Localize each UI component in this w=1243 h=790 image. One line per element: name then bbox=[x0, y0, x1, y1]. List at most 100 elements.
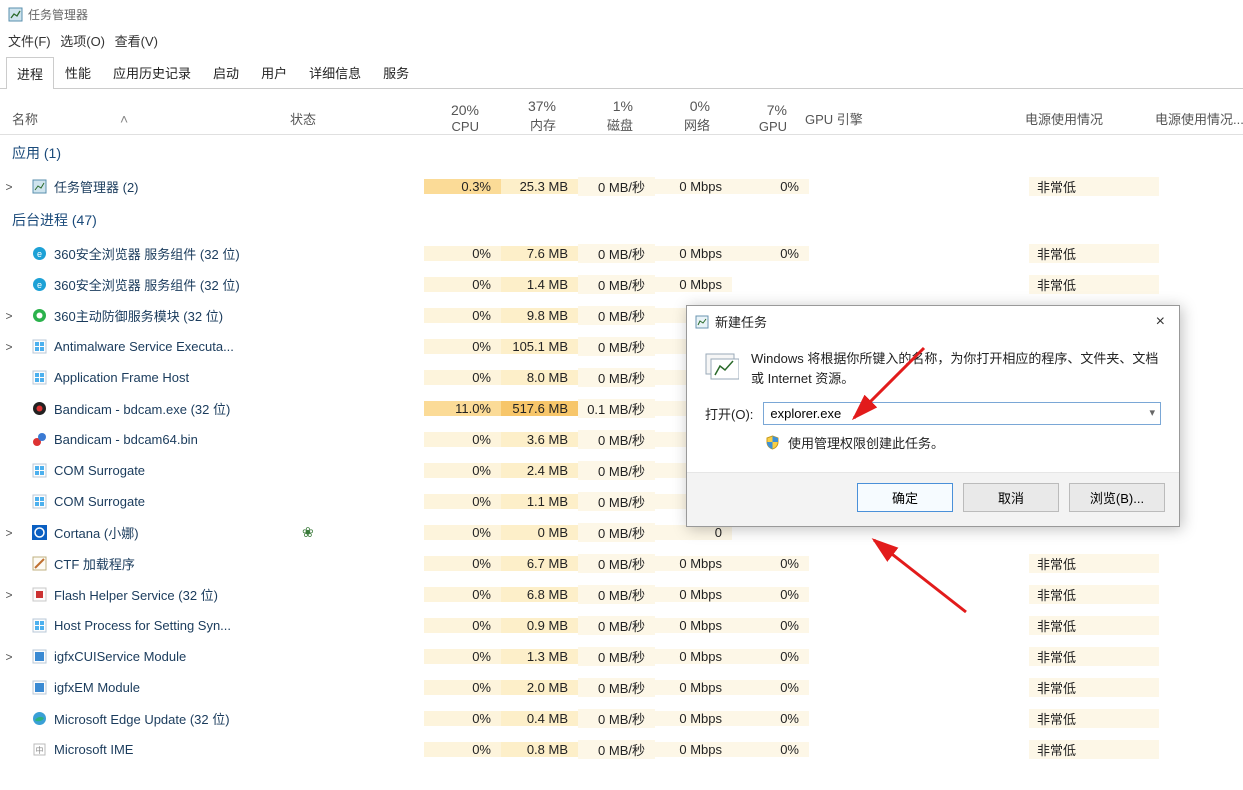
process-icon bbox=[30, 339, 48, 354]
col-network[interactable]: 0% 网络 bbox=[643, 97, 720, 134]
memory-cell: 8.0 MB bbox=[501, 370, 578, 385]
menu-file[interactable]: 文件(F) bbox=[8, 34, 51, 49]
memory-cell: 2.0 MB bbox=[501, 680, 578, 695]
tab-services[interactable]: 服务 bbox=[372, 56, 420, 88]
power-cell: 非常低 bbox=[1029, 709, 1159, 728]
menu-options[interactable]: 选项(O) bbox=[60, 34, 105, 49]
tab-performance[interactable]: 性能 bbox=[54, 56, 102, 88]
power-cell: 非常低 bbox=[1029, 740, 1159, 759]
expand-chevron-icon[interactable]: > bbox=[0, 650, 18, 664]
cpu-cell: 0% bbox=[424, 618, 501, 633]
disk-cell: 0 MB/秒 bbox=[578, 678, 655, 697]
table-row[interactable]: e 360安全浏览器 服务组件 (32 位) 0% 7.6 MB 0 MB/秒 … bbox=[0, 238, 1243, 269]
disk-cell: 0 MB/秒 bbox=[578, 461, 655, 480]
table-row[interactable]: 中 Microsoft IME 0% 0.8 MB 0 MB/秒 0 Mbps … bbox=[0, 734, 1243, 765]
group-background[interactable]: 后台进程 (47) bbox=[0, 202, 1243, 238]
cpu-cell: 0% bbox=[424, 525, 501, 540]
browse-button[interactable]: 浏览(B)... bbox=[1069, 483, 1165, 512]
cpu-cell: 0% bbox=[424, 370, 501, 385]
cancel-button[interactable]: 取消 bbox=[963, 483, 1059, 512]
table-row[interactable]: Host Process for Setting Syn... 0% 0.9 M… bbox=[0, 610, 1243, 641]
cpu-cell: 0% bbox=[424, 556, 501, 571]
expand-chevron-icon[interactable]: > bbox=[0, 526, 18, 540]
menu-view[interactable]: 查看(V) bbox=[115, 34, 158, 49]
power-cell: 非常低 bbox=[1029, 585, 1159, 604]
col-status[interactable]: 状态 bbox=[290, 109, 412, 134]
run-command-input[interactable] bbox=[763, 402, 1161, 425]
process-name: igfxCUIService Module bbox=[54, 649, 302, 664]
expand-chevron-icon[interactable]: > bbox=[0, 588, 18, 602]
process-icon bbox=[30, 432, 48, 447]
process-icon bbox=[30, 649, 48, 664]
process-icon bbox=[30, 556, 48, 571]
group-apps[interactable]: 应用 (1) bbox=[0, 135, 1243, 171]
process-icon bbox=[30, 463, 48, 478]
expand-chevron-icon[interactable]: > bbox=[0, 340, 18, 354]
gpu-cell: 0% bbox=[732, 587, 809, 602]
table-row[interactable]: > 任务管理器 (2) 0.3% 25.3 MB 0 MB/秒 0 Mbps 0… bbox=[0, 171, 1243, 202]
open-label: 打开(O): bbox=[705, 404, 753, 423]
network-cell: 0 Mbps bbox=[655, 246, 732, 261]
power-cell: 非常低 bbox=[1029, 275, 1159, 294]
process-icon: e bbox=[30, 246, 48, 261]
process-name: Microsoft IME bbox=[54, 742, 302, 757]
expand-chevron-icon[interactable]: > bbox=[0, 180, 18, 194]
col-power[interactable]: 电源使用情况 bbox=[1017, 109, 1147, 134]
tab-users[interactable]: 用户 bbox=[250, 56, 298, 88]
process-name: 360安全浏览器 服务组件 (32 位) bbox=[54, 244, 302, 263]
col-name[interactable]: ˄ 名称 bbox=[0, 109, 290, 134]
process-name: Cortana (小娜) bbox=[54, 523, 302, 542]
run-icon bbox=[705, 349, 739, 383]
tab-details[interactable]: 详细信息 bbox=[298, 56, 372, 88]
table-row[interactable]: > Flash Helper Service (32 位) 0% 6.8 MB … bbox=[0, 579, 1243, 610]
ok-button[interactable]: 确定 bbox=[857, 483, 953, 512]
table-row[interactable]: e 360安全浏览器 服务组件 (32 位) 0% 1.4 MB 0 MB/秒 … bbox=[0, 269, 1243, 300]
status-cell: ❀ bbox=[302, 524, 424, 541]
tab-startup[interactable]: 启动 bbox=[202, 56, 250, 88]
close-icon[interactable]: × bbox=[1150, 313, 1171, 331]
memory-cell: 3.6 MB bbox=[501, 432, 578, 447]
col-gpu[interactable]: 7% GPU bbox=[720, 101, 797, 134]
process-name: CTF 加载程序 bbox=[54, 554, 302, 573]
table-row[interactable]: > igfxCUIService Module 0% 1.3 MB 0 MB/秒… bbox=[0, 641, 1243, 672]
gpu-cell: 0% bbox=[732, 179, 809, 194]
network-cell: 0 Mbps bbox=[655, 587, 732, 602]
process-icon bbox=[30, 370, 48, 385]
col-power-trend[interactable]: 电源使用情况... bbox=[1147, 109, 1243, 134]
network-cell: 0 Mbps bbox=[655, 711, 732, 726]
process-name: COM Surrogate bbox=[54, 463, 302, 478]
svg-text:中: 中 bbox=[35, 745, 43, 755]
table-row[interactable]: CTF 加载程序 0% 6.7 MB 0 MB/秒 0 Mbps 0% 非常低 bbox=[0, 548, 1243, 579]
table-row[interactable]: igfxEM Module 0% 2.0 MB 0 MB/秒 0 Mbps 0%… bbox=[0, 672, 1243, 703]
network-cell: 0 Mbps bbox=[655, 556, 732, 571]
cpu-cell: 0% bbox=[424, 339, 501, 354]
svg-text:e: e bbox=[36, 280, 41, 290]
col-memory[interactable]: 37% 内存 bbox=[489, 97, 566, 134]
col-gpu-engine[interactable]: GPU 引擎 bbox=[797, 109, 1017, 134]
table-row[interactable]: Microsoft Edge Update (32 位) 0% 0.4 MB 0… bbox=[0, 703, 1243, 734]
disk-cell: 0 MB/秒 bbox=[578, 244, 655, 263]
process-icon bbox=[30, 680, 48, 695]
cpu-cell: 0% bbox=[424, 432, 501, 447]
process-name: Bandicam - bdcam64.bin bbox=[54, 432, 302, 447]
tab-app-history[interactable]: 应用历史记录 bbox=[102, 56, 202, 88]
cpu-cell: 0% bbox=[424, 246, 501, 261]
memory-cell: 0.8 MB bbox=[501, 742, 578, 757]
process-icon bbox=[30, 711, 48, 726]
admin-label: 使用管理权限创建此任务。 bbox=[788, 433, 944, 452]
memory-cell: 1.3 MB bbox=[501, 649, 578, 664]
titlebar: 任务管理器 bbox=[0, 0, 1243, 29]
shield-icon bbox=[765, 435, 780, 450]
col-cpu[interactable]: 20% CPU bbox=[412, 101, 489, 134]
cpu-cell: 0% bbox=[424, 742, 501, 757]
tab-processes[interactable]: 进程 bbox=[6, 57, 54, 89]
chevron-down-icon[interactable]: ▾ bbox=[1149, 406, 1155, 419]
dialog-titlebar[interactable]: 新建任务 × bbox=[687, 306, 1179, 337]
col-disk[interactable]: 1% 磁盘 bbox=[566, 97, 643, 134]
cpu-cell: 11.0% bbox=[424, 401, 501, 416]
gpu-cell: 0% bbox=[732, 742, 809, 757]
disk-cell: 0 MB/秒 bbox=[578, 554, 655, 573]
gpu-cell: 0% bbox=[732, 680, 809, 695]
expand-chevron-icon[interactable]: > bbox=[0, 309, 18, 323]
network-cell: 0 bbox=[655, 525, 732, 540]
